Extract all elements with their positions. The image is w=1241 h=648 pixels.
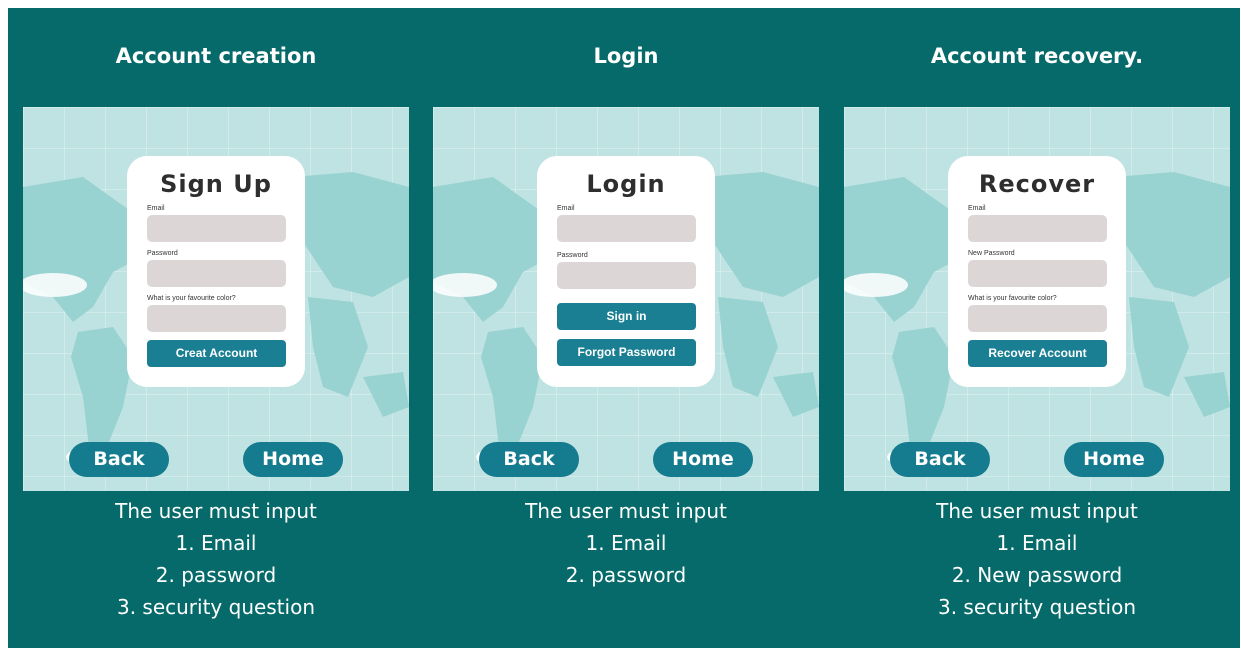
caption-line: 2. password [565,563,687,587]
card-title: Login [586,170,666,198]
sign-in-button[interactable]: Sign in [557,303,696,330]
panel-title: Account creation [115,44,317,68]
email-input[interactable] [147,215,286,242]
password-label: Password [557,252,588,259]
back-button[interactable]: Back [479,442,579,477]
back-button[interactable]: Back [69,442,169,477]
create-account-button[interactable]: Creat Account [147,340,286,367]
caption: The user must input 1. Email 2. New pass… [844,495,1230,623]
caption: The user must input 1. Email 2. password [433,495,819,591]
home-button[interactable]: Home [243,442,343,477]
home-button[interactable]: Home [653,442,753,477]
caption-line: 2. New password [951,563,1123,587]
card-title: Recover [978,170,1096,198]
password-label: Password [147,250,178,257]
caption-line: The user must input [115,499,317,523]
panel-title: Login [593,44,659,68]
caption-line: 2. password [155,563,277,587]
security-answer-input[interactable] [968,305,1107,332]
recover-screen: Recover Email New Password What is your … [844,107,1230,491]
recover-card: Recover Email New Password What is your … [948,156,1126,387]
email-label: Email [147,205,165,212]
caption-line: 1. Email [585,531,667,555]
forgot-password-button[interactable]: Forgot Password [557,339,696,366]
slide: Account creation Sign Up Email Password … [8,8,1240,648]
security-question-label: What is your favourite color? [147,295,236,302]
caption-line: 1. Email [175,531,257,555]
signup-screen: Sign Up Email Password What is your favo… [23,107,409,491]
back-button[interactable]: Back [890,442,990,477]
login-screen: Login Email Password Sign in Forgot Pass… [433,107,819,491]
caption: The user must input 1. Email 2. password… [23,495,409,623]
security-question-label: What is your favourite color? [968,295,1057,302]
email-label: Email [968,205,986,212]
new-password-input[interactable] [968,260,1107,287]
recover-account-button[interactable]: Recover Account [968,340,1107,367]
password-input[interactable] [557,262,696,289]
email-input[interactable] [968,215,1107,242]
email-input[interactable] [557,215,696,242]
caption-line: 3. security question [116,595,316,619]
card-title: Sign Up [160,170,272,198]
panel-title: Account recovery. [930,44,1144,68]
caption-line: The user must input [936,499,1138,523]
caption-line: 3. security question [937,595,1137,619]
password-input[interactable] [147,260,286,287]
signup-card: Sign Up Email Password What is your favo… [127,156,305,387]
security-answer-input[interactable] [147,305,286,332]
home-button[interactable]: Home [1064,442,1164,477]
new-password-label: New Password [968,250,1015,257]
caption-line: The user must input [525,499,727,523]
email-label: Email [557,205,575,212]
caption-line: 1. Email [996,531,1078,555]
login-card: Login Email Password Sign in Forgot Pass… [537,156,715,387]
